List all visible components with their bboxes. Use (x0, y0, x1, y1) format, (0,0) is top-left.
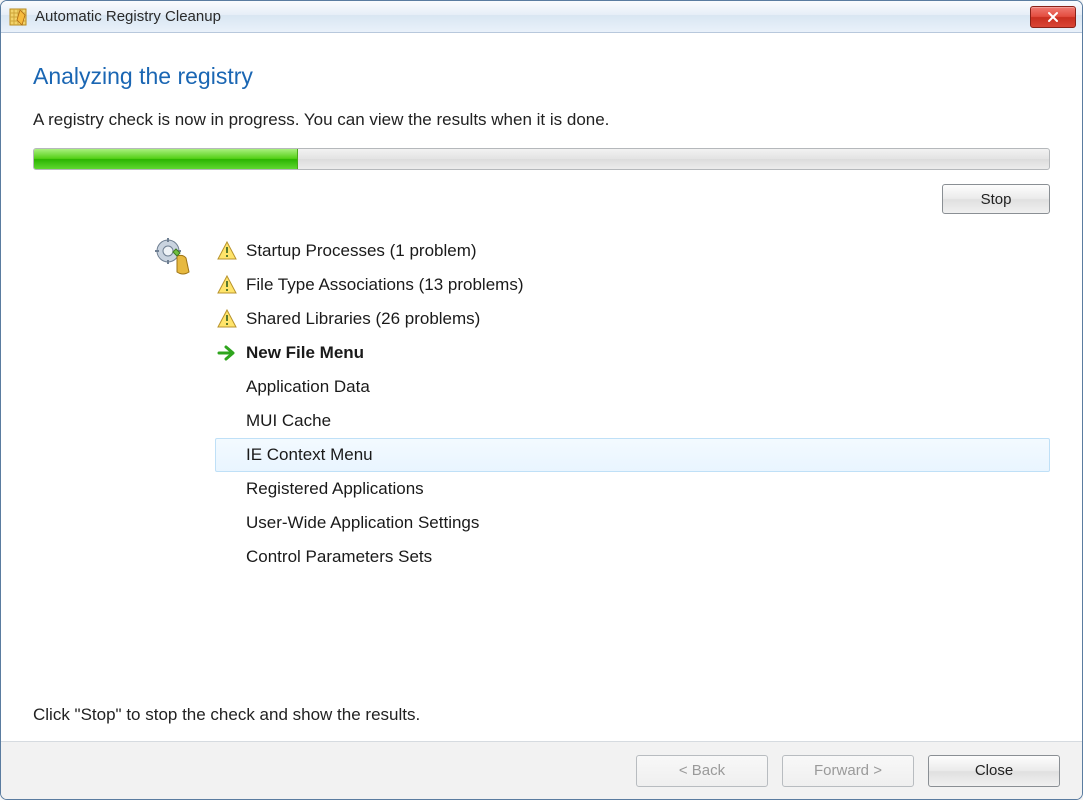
close-window-button[interactable] (1030, 6, 1076, 28)
warning-icon (216, 308, 238, 330)
warning-icon (216, 240, 238, 262)
scan-item[interactable]: Application Data (215, 370, 1050, 404)
scan-item-label: Shared Libraries (26 problems) (246, 309, 480, 329)
dialog-window: Automatic Registry Cleanup Analyzing the… (0, 0, 1083, 800)
scan-item-label: Application Data (246, 377, 370, 397)
scan-item-label: Startup Processes (1 problem) (246, 241, 477, 261)
scan-item-label: MUI Cache (246, 411, 331, 431)
scan-item-label: User-Wide Application Settings (246, 513, 479, 533)
scan-item-label: IE Context Menu (246, 445, 373, 465)
scan-item-label: New File Menu (246, 343, 364, 363)
close-button[interactable]: Close (928, 755, 1060, 787)
arrow-right-icon (216, 342, 238, 364)
progress-bar (33, 148, 1050, 170)
scan-item[interactable]: Startup Processes (1 problem) (215, 234, 1050, 268)
scan-item-label: Control Parameters Sets (246, 547, 432, 567)
page-heading: Analyzing the registry (33, 63, 1050, 90)
scan-item[interactable]: IE Context Menu (215, 438, 1050, 472)
content-area: Analyzing the registry A registry check … (1, 33, 1082, 741)
scan-item-label: Registered Applications (246, 479, 424, 499)
app-icon (9, 8, 27, 26)
titlebar[interactable]: Automatic Registry Cleanup (1, 1, 1082, 33)
hint-text: Click "Stop" to stop the check and show … (33, 705, 1050, 725)
warning-icon (216, 274, 238, 296)
progress-fill (34, 149, 298, 169)
page-description: A registry check is now in progress. You… (33, 110, 1050, 130)
close-icon (1047, 11, 1059, 23)
scan-item[interactable]: File Type Associations (13 problems) (215, 268, 1050, 302)
scan-list: Startup Processes (1 problem) File Type A… (215, 234, 1050, 689)
scan-item-label: File Type Associations (13 problems) (246, 275, 523, 295)
stop-button[interactable]: Stop (942, 184, 1050, 214)
window-title: Automatic Registry Cleanup (35, 8, 1030, 25)
stop-row: Stop (33, 184, 1050, 214)
footer: < Back Forward > Close (1, 741, 1082, 799)
forward-button[interactable]: Forward > (782, 755, 914, 787)
scan-area: Startup Processes (1 problem) File Type A… (33, 234, 1050, 689)
cleanup-icon (153, 236, 193, 276)
scan-item[interactable]: New File Menu (215, 336, 1050, 370)
scan-item[interactable]: Control Parameters Sets (215, 540, 1050, 574)
back-button[interactable]: < Back (636, 755, 768, 787)
scan-item[interactable]: Shared Libraries (26 problems) (215, 302, 1050, 336)
scan-item[interactable]: Registered Applications (215, 472, 1050, 506)
scan-item[interactable]: MUI Cache (215, 404, 1050, 438)
scan-item[interactable]: User-Wide Application Settings (215, 506, 1050, 540)
